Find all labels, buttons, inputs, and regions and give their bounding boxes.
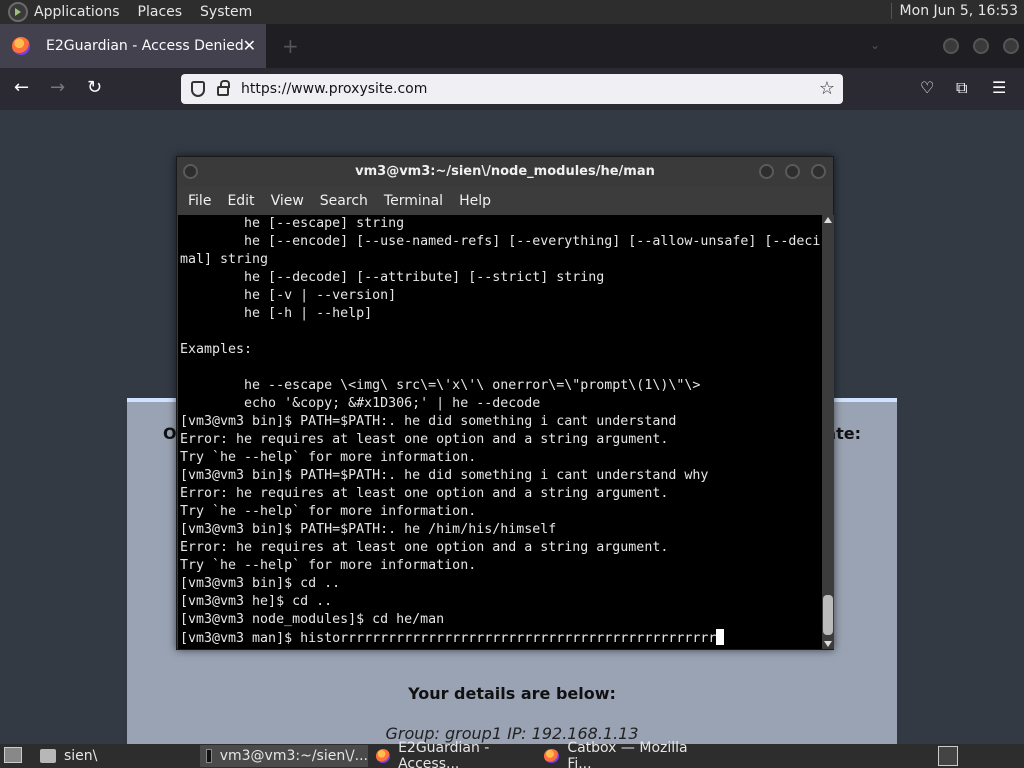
terminal-line: Examples:: [180, 342, 253, 357]
terminal-line: [vm3@vm3 bin]$ PATH=$PATH:. he did somet…: [180, 468, 709, 483]
terminal-maximize-button[interactable]: [785, 164, 800, 179]
terminal-line: he [--encode] [--use-named-refs] [--ever…: [180, 234, 821, 249]
terminal-line: he [-h | --help]: [180, 306, 373, 321]
close-tab-icon[interactable]: ✕: [243, 36, 256, 55]
minimize-window-button[interactable]: [943, 38, 959, 54]
applications-menu-icon[interactable]: [8, 2, 28, 22]
forward-icon[interactable]: →: [50, 77, 65, 98]
clock[interactable]: Mon Jun 5, 16:53: [890, 3, 1018, 19]
taskbar-label: E2Guardian - Access...: [398, 740, 490, 768]
reload-icon[interactable]: ↻: [87, 77, 102, 98]
terminal-line: echo '&copy; &#x1D306;' | he --decode: [180, 396, 541, 411]
firefox-icon: [12, 37, 30, 55]
terminal-line: Try `he --help` for more information.: [180, 558, 477, 573]
terminal-line: [vm3@vm3 bin]$ cd ..: [180, 576, 341, 591]
terminal-scrollbar[interactable]: [822, 215, 834, 649]
window-menu-button[interactable]: [183, 164, 198, 179]
menu-system[interactable]: System: [200, 4, 252, 20]
bottom-taskbar: sien\ vm3@vm3:~/sien\/... E2Guardian - A…: [0, 740, 1024, 768]
pocket-icon[interactable]: ♡: [920, 78, 934, 97]
details-heading: Your details are below:: [408, 684, 616, 703]
show-desktop-icon[interactable]: [4, 747, 22, 763]
terminal-line: he [-v | --version]: [180, 288, 397, 303]
taskbar-item-terminal[interactable]: vm3@vm3:~/sien\/...: [200, 745, 368, 767]
menu-view[interactable]: View: [271, 193, 304, 209]
app-menu-icon[interactable]: ☰: [992, 78, 1006, 97]
taskbar-item-e2guardian[interactable]: E2Guardian - Access...: [370, 740, 536, 768]
terminal-title-bar[interactable]: vm3@vm3:~/sien\/node_modules/he/man: [177, 157, 833, 187]
terminal-line: he [--decode] [--attribute] [--strict] s…: [180, 270, 605, 285]
menu-file[interactable]: File: [188, 193, 211, 209]
menu-help[interactable]: Help: [459, 193, 491, 209]
terminal-line: Try `he --help` for more information.: [180, 504, 477, 519]
terminal-window[interactable]: vm3@vm3:~/sien\/node_modules/he/man File…: [176, 156, 834, 650]
terminal-line: he --escape \<img\ src\=\'x\'\ onerror\=…: [180, 378, 701, 393]
close-window-button[interactable]: [1003, 38, 1019, 54]
lock-icon[interactable]: [217, 80, 230, 96]
bookmark-star-icon[interactable]: ☆: [819, 78, 835, 99]
address-bar[interactable]: https://www.proxysite.com ☆: [181, 74, 843, 104]
tracking-protection-shield-icon[interactable]: [191, 81, 205, 97]
extensions-icon[interactable]: ⧉: [956, 78, 967, 98]
terminal-line: Error: he requires at least one option a…: [180, 432, 669, 447]
terminal-cursor: [716, 629, 725, 645]
scroll-up-arrow-icon[interactable]: [824, 217, 832, 223]
browser-tab-bar: E2Guardian - Access Denied ✕ + ⌄: [0, 24, 1024, 68]
workspace-switcher[interactable]: [938, 746, 958, 766]
terminal-line: Error: he requires at least one option a…: [180, 540, 669, 555]
terminal-line: [vm3@vm3 bin]$ PATH=$PATH:. he did somet…: [180, 414, 677, 429]
folder-icon: [40, 749, 56, 763]
terminal-close-button[interactable]: [811, 164, 826, 179]
menu-edit[interactable]: Edit: [227, 193, 254, 209]
url-text[interactable]: https://www.proxysite.com: [241, 81, 427, 97]
menu-search[interactable]: Search: [320, 193, 368, 209]
tab-e2guardian[interactable]: E2Guardian - Access Denied ✕: [0, 24, 266, 68]
terminal-line: [vm3@vm3 he]$ cd ..: [180, 594, 333, 609]
back-icon[interactable]: ←: [14, 77, 29, 98]
firefox-icon: [376, 749, 391, 763]
menu-terminal[interactable]: Terminal: [384, 193, 443, 209]
new-tab-icon[interactable]: +: [282, 34, 299, 58]
partial-heading-left: O: [163, 424, 177, 443]
terminal-output[interactable]: he [--escape] string he [--encode] [--us…: [178, 215, 822, 649]
maximize-window-button[interactable]: [973, 38, 989, 54]
terminal-menu-bar: File Edit View Search Terminal Help: [177, 187, 833, 215]
terminal-minimize-button[interactable]: [759, 164, 774, 179]
taskbar-label: sien\: [64, 748, 98, 764]
terminal-title: vm3@vm3:~/sien\/node_modules/he/man: [355, 164, 655, 179]
scrollbar-thumb[interactable]: [823, 595, 833, 635]
terminal-line: Error: he requires at least one option a…: [180, 486, 669, 501]
taskbar-item-catbox[interactable]: Catbox — Mozilla Fi...: [538, 740, 710, 768]
terminal-line: [vm3@vm3 man]$ historrrrrrrrrrrrrrrrrrrr…: [180, 629, 822, 648]
browser-nav-bar: ← → ↻ https://www.proxysite.com ☆ ♡ ⧉ ☰: [0, 68, 1024, 110]
list-tabs-chevron-icon[interactable]: ⌄: [870, 38, 880, 52]
terminal-icon: [206, 749, 212, 763]
terminal-line: he [--escape] string: [180, 216, 405, 231]
scroll-down-arrow-icon[interactable]: [824, 641, 832, 647]
firefox-icon: [544, 749, 560, 763]
taskbar-label: vm3@vm3:~/sien\/...: [219, 748, 368, 764]
menu-places[interactable]: Places: [138, 4, 183, 20]
terminal-line: Try `he --help` for more information.: [180, 450, 477, 465]
taskbar-item-files[interactable]: sien\: [34, 745, 194, 767]
menu-applications[interactable]: Applications: [34, 4, 120, 20]
tab-title: E2Guardian - Access Denied: [46, 38, 244, 54]
top-panel: Applications Places System Mon Jun 5, 16…: [0, 0, 1024, 24]
terminal-line: mal] string: [180, 252, 269, 267]
taskbar-label: Catbox — Mozilla Fi...: [567, 740, 688, 768]
terminal-line: [vm3@vm3 node_modules]$ cd he/man: [180, 612, 445, 627]
terminal-line: [vm3@vm3 bin]$ PATH=$PATH:. he /him/his/…: [180, 522, 557, 537]
